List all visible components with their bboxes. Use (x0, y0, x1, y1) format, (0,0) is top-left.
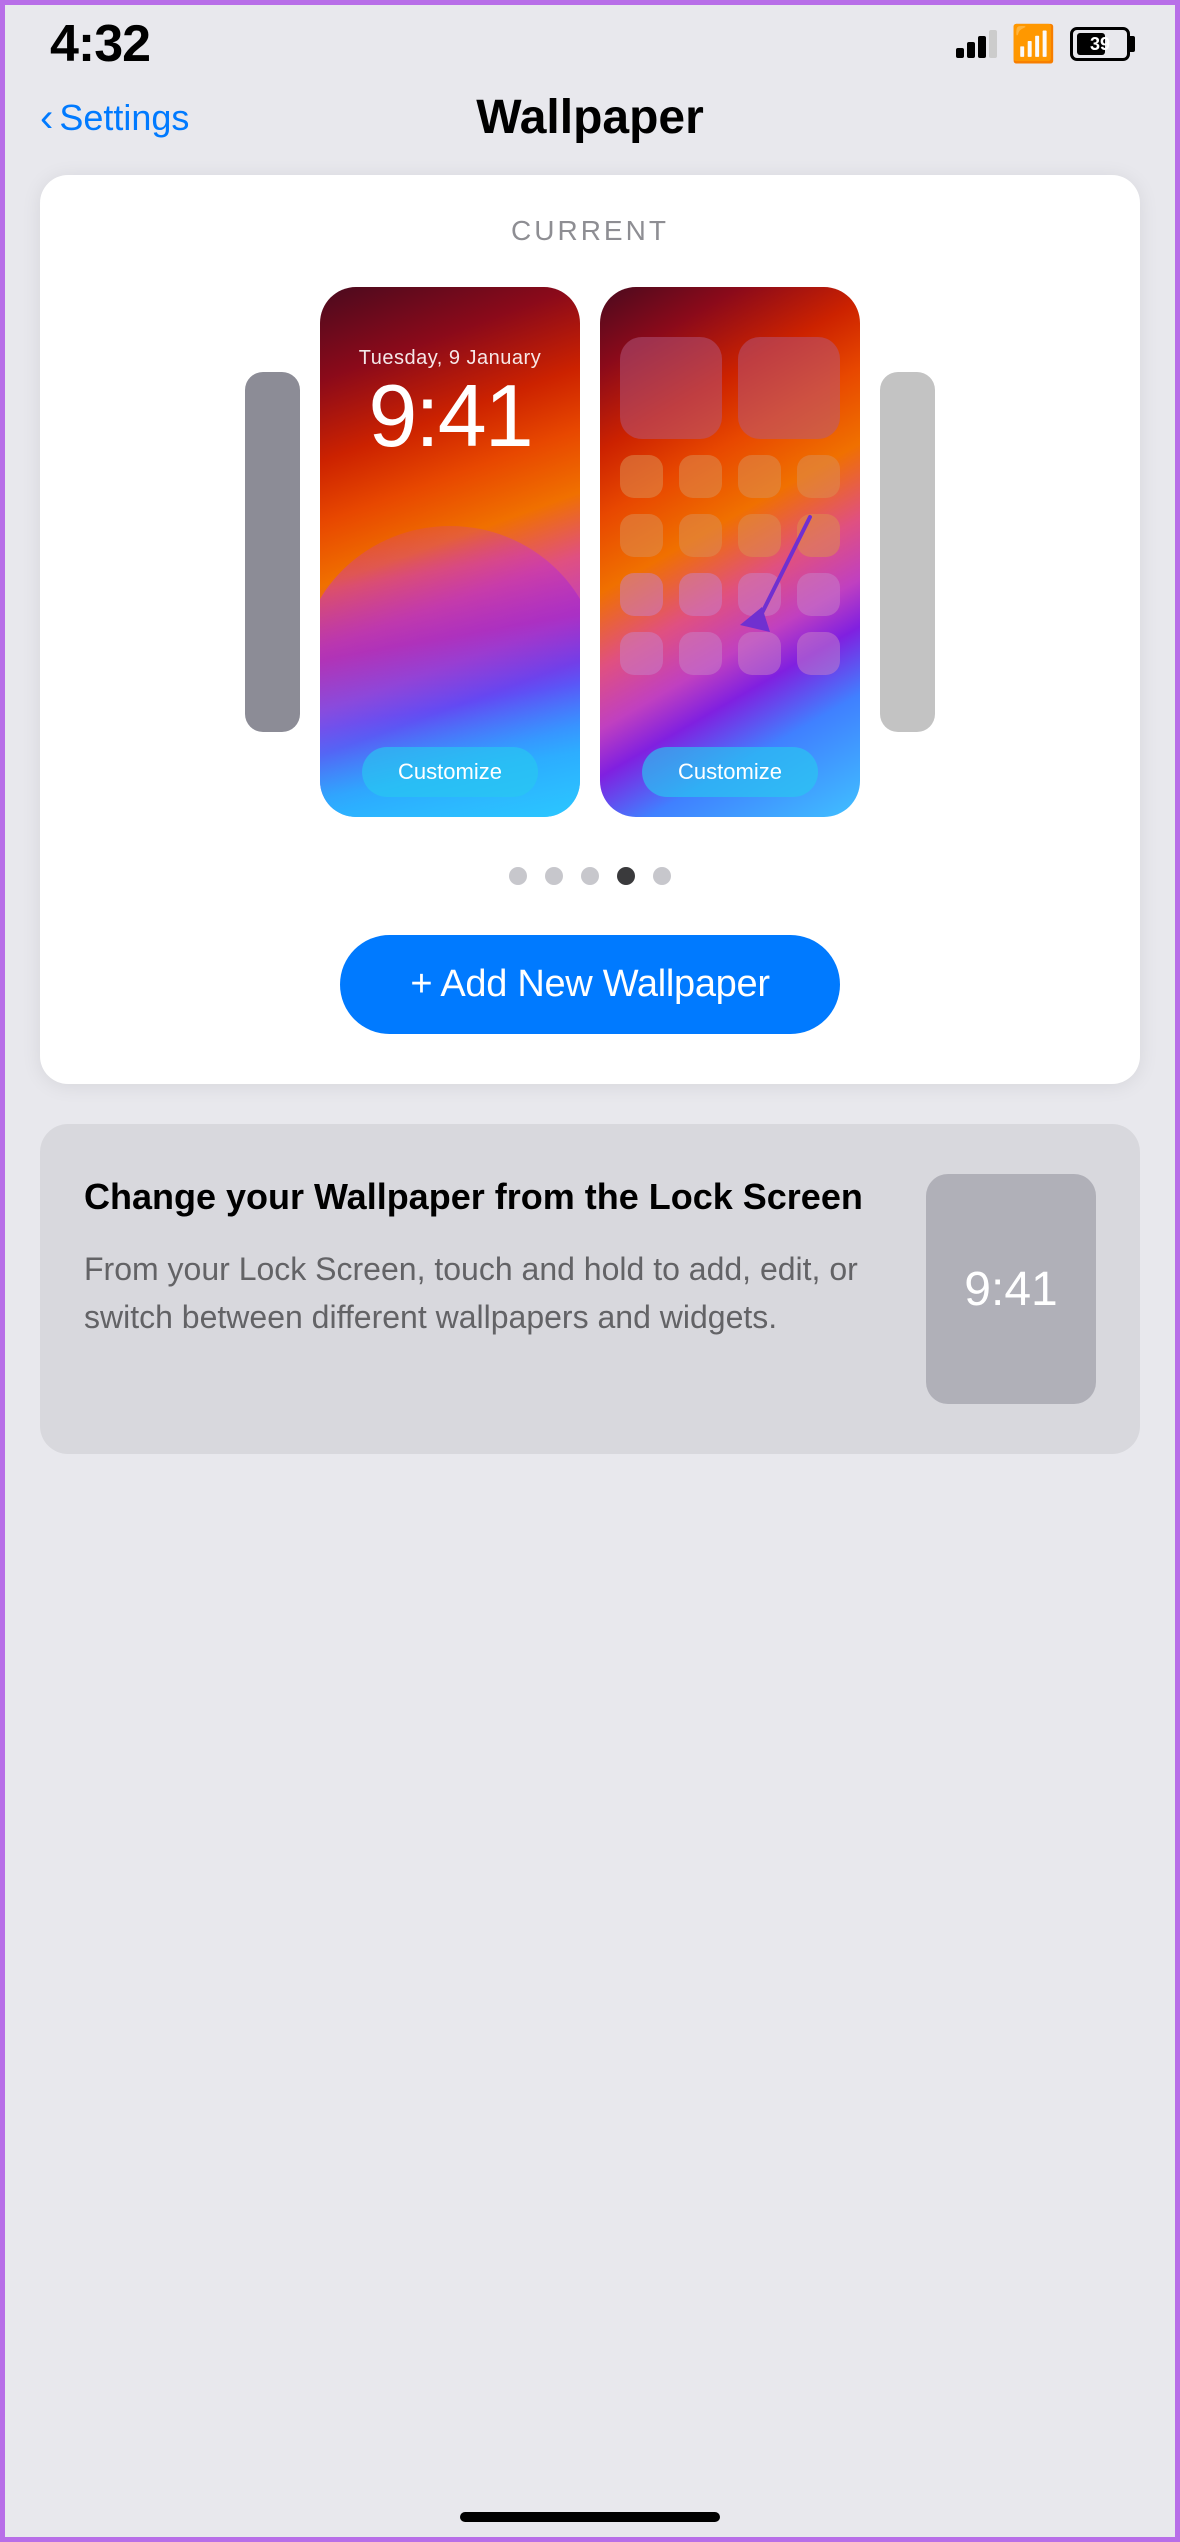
app-icon (738, 455, 781, 498)
app-grid (600, 317, 860, 695)
app-icon (620, 455, 663, 498)
signal-icon (956, 30, 997, 58)
home-screen-preview[interactable]: Customize (600, 287, 860, 817)
wifi-icon: 📶 (1011, 23, 1056, 65)
main-content: CURRENT Tuesday, 9 January 9:41 Customiz… (0, 165, 1180, 1484)
page-indicators (70, 867, 1110, 885)
info-card: Change your Wallpaper from the Lock Scre… (40, 1124, 1140, 1454)
page-dot-2 (545, 867, 563, 885)
home-screen-customize-button[interactable]: Customize (642, 747, 818, 797)
info-preview-time: 9:41 (964, 1262, 1057, 1317)
page-dot-3 (581, 867, 599, 885)
app-icon (620, 337, 722, 439)
app-icon (679, 573, 722, 616)
page-dot-1 (509, 867, 527, 885)
left-peek-preview (245, 372, 300, 732)
status-time: 4:32 (50, 14, 150, 74)
page-title: Wallpaper (476, 90, 704, 145)
back-label: Settings (59, 97, 189, 139)
app-icon (679, 632, 722, 675)
home-indicator (460, 2512, 720, 2522)
arrow-annotation-icon (730, 507, 830, 637)
lock-screen-customize-button[interactable]: Customize (362, 747, 538, 797)
app-icon (797, 632, 840, 675)
status-icons: 📶 39 (956, 23, 1130, 65)
lock-screen-preview[interactable]: Tuesday, 9 January 9:41 Customize (320, 287, 580, 817)
app-icon (797, 455, 840, 498)
right-peek-preview (880, 372, 935, 732)
info-description: From your Lock Screen, touch and hold to… (84, 1245, 896, 1341)
lock-screen-time: 9:41 (320, 372, 580, 460)
app-icon (679, 455, 722, 498)
app-icon (620, 632, 663, 675)
info-text: Change your Wallpaper from the Lock Scre… (84, 1174, 896, 1341)
app-icon (620, 573, 663, 616)
app-icon (738, 632, 781, 675)
app-icon (738, 337, 840, 439)
app-icon (620, 514, 663, 557)
page-dot-5 (653, 867, 671, 885)
wallpaper-card: CURRENT Tuesday, 9 January 9:41 Customiz… (40, 175, 1140, 1084)
back-chevron-icon: ‹ (40, 98, 53, 138)
add-wallpaper-button-container: + Add New Wallpaper (70, 935, 1110, 1034)
current-label: CURRENT (70, 215, 1110, 247)
app-icon (679, 514, 722, 557)
battery-icon: 39 (1070, 27, 1130, 61)
status-bar: 4:32 📶 39 (0, 0, 1180, 80)
page-dot-4 (617, 867, 635, 885)
add-wallpaper-button[interactable]: + Add New Wallpaper (340, 935, 839, 1034)
info-preview: 9:41 (926, 1174, 1096, 1404)
info-title: Change your Wallpaper from the Lock Scre… (84, 1174, 896, 1221)
back-button[interactable]: ‹ Settings (40, 97, 189, 139)
nav-bar: ‹ Settings Wallpaper (0, 80, 1180, 165)
wallpaper-previews: Tuesday, 9 January 9:41 Customize (70, 287, 1110, 817)
